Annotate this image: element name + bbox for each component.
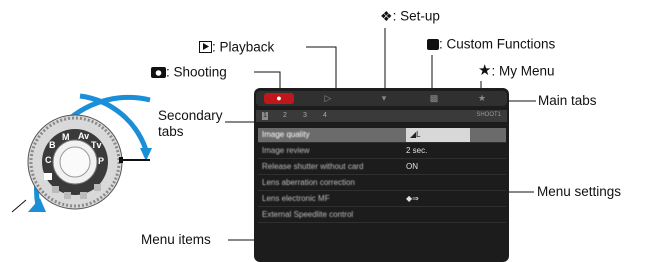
menu-item-label: Image quality	[262, 130, 310, 139]
menu-item-lens-electronic-mf[interactable]: Lens electronic MF ◆⇒	[258, 192, 506, 207]
dial-mark: B	[49, 140, 56, 150]
custom-functions-icon	[427, 38, 439, 50]
secondary-tab-bar: 1 2 3 4 SHOOT1	[256, 110, 507, 122]
menu-item-image-quality[interactable]: Image quality ◢L	[258, 128, 506, 143]
dial-portrait-icon	[64, 192, 71, 199]
wrench-icon: ❖	[380, 8, 393, 25]
secondary-tab[interactable]: 1	[262, 112, 268, 120]
menu-setting-value: ◆⇒	[406, 194, 419, 203]
label-secondary-tabs: Secondary tabs	[158, 108, 223, 140]
menu-item-label: Lens aberration correction	[262, 178, 355, 187]
dial-flash-off-icon	[94, 184, 101, 191]
custom-functions-label: : Custom Functions	[439, 36, 556, 52]
dial-scene-icon	[52, 186, 59, 193]
label-shooting: : Shooting	[151, 64, 227, 80]
playback-label: : Playback	[212, 39, 275, 55]
dial-mark: Av	[78, 131, 89, 141]
playback-icon	[199, 41, 212, 54]
dial-landscape-icon	[80, 192, 87, 199]
menu-item-release-shutter[interactable]: Release shutter without card ON	[258, 160, 506, 175]
main-tab-bar: ● ▷ ▾ ▩ ★	[256, 91, 507, 106]
dial-auto-icon	[44, 173, 52, 180]
menu-setting-value: ON	[406, 162, 418, 171]
menu-item-label: Lens electronic MF	[262, 194, 330, 203]
label-menu-items: Menu items	[141, 232, 211, 247]
label-main-tabs: Main tabs	[538, 93, 597, 108]
secondary-tab-title: SHOOT1	[476, 112, 501, 118]
star-icon: ★	[478, 62, 492, 80]
tab-playback[interactable]: ▷	[316, 93, 340, 104]
menu-item-external-speedlite[interactable]: External Speedlite control	[258, 208, 506, 223]
secondary-tab[interactable]: 4	[322, 112, 328, 120]
menu-setting-value: 2 sec.	[406, 146, 428, 155]
tab-custom[interactable]: ▩	[422, 93, 446, 104]
dial-mark: M	[62, 132, 70, 142]
menu-setting-value: ◢L	[406, 128, 470, 142]
dial-mark: C	[45, 155, 52, 165]
tab-setup[interactable]: ▾	[372, 93, 396, 104]
secondary-tabs-line1: Secondary	[158, 108, 223, 123]
label-playback: : Playback	[199, 39, 274, 55]
menu-item-label: Release shutter without card	[262, 162, 364, 171]
tab-shooting[interactable]: ●	[264, 93, 294, 104]
menu-item-lens-aberration[interactable]: Lens aberration correction	[258, 176, 506, 191]
menu-item-label: External Speedlite control	[262, 210, 354, 219]
menu-item-image-review[interactable]: Image review 2 sec.	[258, 144, 506, 159]
label-menu-settings: Menu settings	[537, 184, 622, 199]
my-menu-label: : My Menu	[491, 63, 555, 79]
label-custom-functions: : Custom Functions	[427, 36, 555, 52]
secondary-tab[interactable]: 2	[282, 112, 288, 120]
label-setup: ❖: Set-up	[380, 8, 440, 24]
tab-mymenu[interactable]: ★	[470, 93, 494, 104]
camera-icon	[151, 66, 166, 78]
camera-menu-screen: ● ▷ ▾ ▩ ★ 1 2 3 4 SHOOT1 Image quality ◢…	[254, 88, 509, 262]
dial-mark: P	[98, 156, 104, 166]
label-my-menu: ★: My Menu	[478, 63, 554, 79]
setup-label: : Set-up	[392, 8, 440, 24]
secondary-tabs-line2: tabs	[158, 124, 184, 139]
shooting-label: : Shooting	[166, 64, 227, 80]
menu-item-label: Image review	[262, 146, 310, 155]
secondary-tab[interactable]: 3	[302, 112, 308, 120]
dial-mark: Tv	[91, 140, 102, 150]
